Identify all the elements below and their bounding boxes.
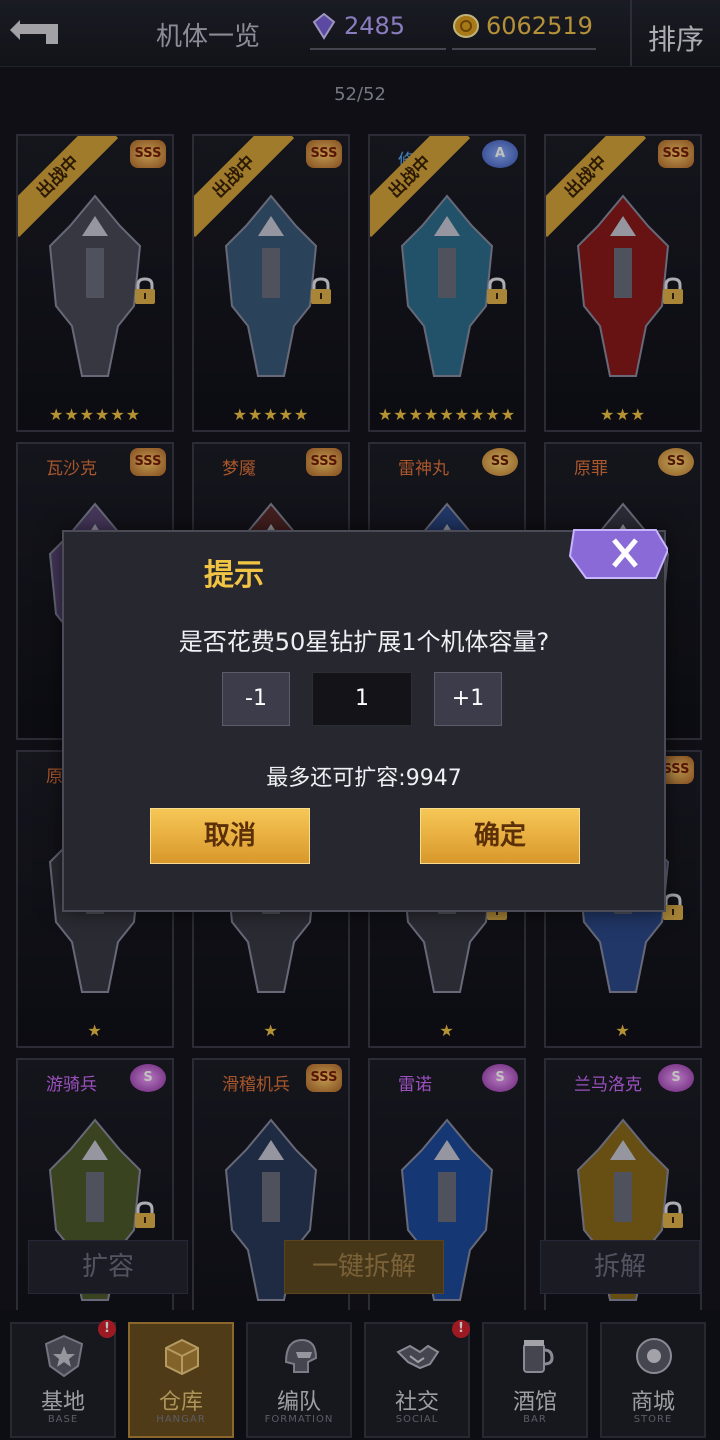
increase-button[interactable]: +1 — [434, 672, 502, 726]
close-icon[interactable] — [564, 526, 668, 582]
remaining-capacity: 最多还可扩容:9947 — [266, 766, 462, 791]
quantity-value: 1 — [355, 686, 369, 711]
cancel-button[interactable]: 取消 — [150, 808, 310, 864]
dialog-message: 是否花费50星钻扩展1个机体容量? — [178, 628, 550, 656]
quantity-field[interactable]: 1 — [312, 672, 412, 726]
decrease-button[interactable]: -1 — [222, 672, 290, 726]
dialog-title: 提示 — [204, 558, 264, 593]
decrease-label: -1 — [245, 686, 267, 711]
increase-label: +1 — [451, 686, 485, 711]
confirm-button[interactable]: 确定 — [420, 808, 580, 864]
expand-capacity-dialog: 提示 是否花费50星钻扩展1个机体容量? -1 1 +1 最多还可扩容:9947… — [62, 529, 668, 912]
